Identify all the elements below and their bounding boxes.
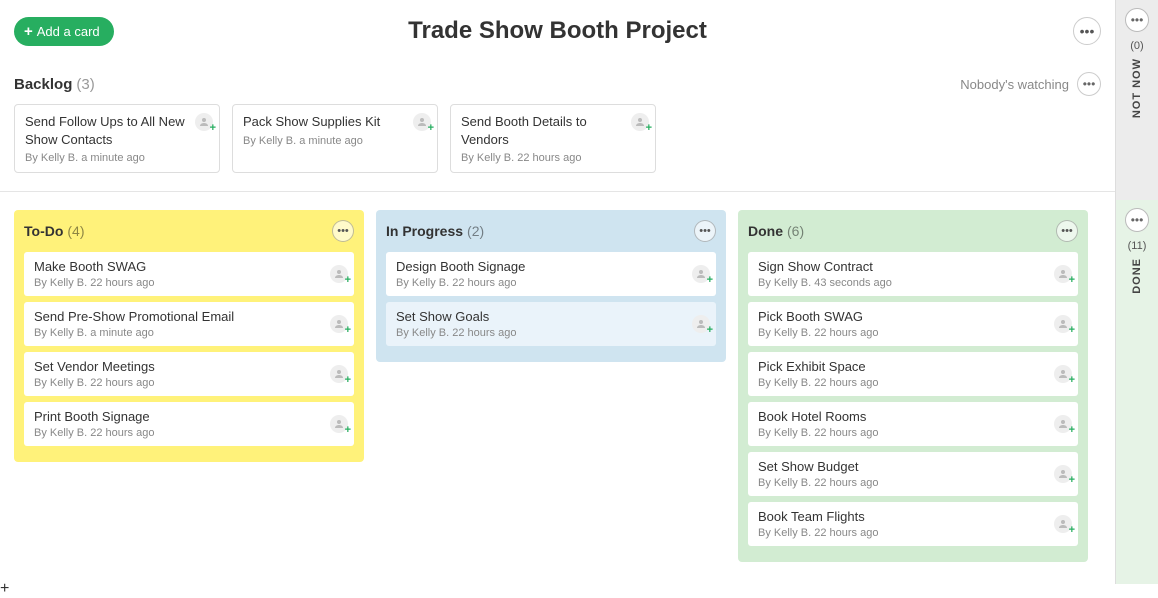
column-title: Done xyxy=(748,223,783,239)
card-title: Send Booth Details to Vendors xyxy=(461,113,625,148)
assign-avatar[interactable] xyxy=(330,415,348,433)
column-todo: To-Do (4) ••• Make Booth SWAG By Kelly B… xyxy=(14,210,364,462)
column-menu-button[interactable]: ••• xyxy=(694,220,716,242)
kanban-card[interactable]: Make Booth SWAG By Kelly B. 22 hours ago xyxy=(24,252,354,296)
assign-avatar[interactable] xyxy=(1054,415,1072,433)
assign-avatar[interactable] xyxy=(1054,265,1072,283)
card-meta: By Kelly B. 22 hours ago xyxy=(396,277,686,289)
card-title: Pick Booth SWAG xyxy=(758,309,1048,324)
assign-avatar[interactable] xyxy=(1054,465,1072,483)
card-meta: By Kelly B. 22 hours ago xyxy=(396,327,686,339)
kanban-card[interactable]: Pick Exhibit Space By Kelly B. 22 hours … xyxy=(748,352,1078,396)
rail-notnow[interactable]: ••• (0) NOT NOW xyxy=(1115,0,1158,200)
backlog-watching: Nobody's watching xyxy=(960,77,1069,92)
rail-menu-button[interactable]: ••• xyxy=(1125,208,1149,232)
card-meta: By Kelly B. 22 hours ago xyxy=(758,427,1048,439)
card-meta: By Kelly B. a minute ago xyxy=(25,152,189,164)
card-title: Make Booth SWAG xyxy=(34,259,324,274)
card-title: Send Pre-Show Promotional Email xyxy=(34,309,324,324)
kanban-card[interactable]: Book Hotel Rooms By Kelly B. 22 hours ag… xyxy=(748,402,1078,446)
rail-count: (0) xyxy=(1130,40,1143,52)
card-title: Print Booth Signage xyxy=(34,409,324,424)
rail-count: (11) xyxy=(1128,240,1147,252)
assign-avatar[interactable] xyxy=(692,315,710,333)
backlog-card[interactable]: Send Follow Ups to All New Show Contacts… xyxy=(14,104,220,173)
card-title: Design Booth Signage xyxy=(396,259,686,274)
assign-avatar[interactable] xyxy=(195,113,213,131)
kanban-card[interactable]: Book Team Flights By Kelly B. 22 hours a… xyxy=(748,502,1078,546)
card-meta: By Kelly B. a minute ago xyxy=(34,327,324,339)
column-header: Done (6) ••• xyxy=(748,220,1078,242)
card-meta: By Kelly B. 22 hours ago xyxy=(758,477,1048,489)
kanban-card[interactable]: Sign Show Contract By Kelly B. 43 second… xyxy=(748,252,1078,296)
backlog-cards: Send Follow Ups to All New Show Contacts… xyxy=(14,104,1101,173)
card-meta: By Kelly B. 22 hours ago xyxy=(758,327,1048,339)
card-title: Book Team Flights xyxy=(758,509,1048,524)
add-card-label: Add a card xyxy=(37,24,100,39)
column-menu-button[interactable]: ••• xyxy=(1056,220,1078,242)
kanban-columns: To-Do (4) ••• Make Booth SWAG By Kelly B… xyxy=(0,192,1115,580)
assign-avatar[interactable] xyxy=(1054,515,1072,533)
column-count: (4) xyxy=(67,223,84,239)
assign-avatar[interactable] xyxy=(330,365,348,383)
add-column-button[interactable]: + xyxy=(0,580,1115,598)
card-meta: By Kelly B. 22 hours ago xyxy=(758,527,1048,539)
column-count: (2) xyxy=(467,223,484,239)
column-done: Done (6) ••• Sign Show Contract By Kelly… xyxy=(738,210,1088,562)
backlog-section: Backlog (3) Nobody's watching ••• Send F… xyxy=(0,62,1115,192)
column-title: In Progress xyxy=(386,223,463,239)
kanban-card[interactable]: Send Pre-Show Promotional Email By Kelly… xyxy=(24,302,354,346)
kanban-card[interactable]: Set Show Goals By Kelly B. 22 hours ago xyxy=(386,302,716,346)
rail-label: NOT NOW xyxy=(1131,58,1143,118)
page-title: Trade Show Booth Project xyxy=(0,17,1115,45)
card-meta: By Kelly B. a minute ago xyxy=(243,135,407,147)
assign-avatar[interactable] xyxy=(413,113,431,131)
card-meta: By Kelly B. 43 seconds ago xyxy=(758,277,1048,289)
backlog-count: (3) xyxy=(76,76,94,93)
assign-avatar[interactable] xyxy=(330,315,348,333)
assign-avatar[interactable] xyxy=(1054,365,1072,383)
card-meta: By Kelly B. 22 hours ago xyxy=(34,277,324,289)
add-card-button[interactable]: + Add a card xyxy=(14,17,114,46)
plus-icon: + xyxy=(24,24,33,39)
assign-avatar[interactable] xyxy=(330,265,348,283)
column-menu-button[interactable]: ••• xyxy=(332,220,354,242)
assign-avatar[interactable] xyxy=(692,265,710,283)
side-rail: ••• (0) NOT NOW ••• (11) DONE xyxy=(1115,0,1158,584)
column-header: In Progress (2) ••• xyxy=(386,220,716,242)
card-meta: By Kelly B. 22 hours ago xyxy=(34,427,324,439)
rail-label: DONE xyxy=(1131,258,1143,294)
backlog-menu-button[interactable]: ••• xyxy=(1077,72,1101,96)
card-title: Pack Show Supplies Kit xyxy=(243,113,407,131)
card-title: Book Hotel Rooms xyxy=(758,409,1048,424)
page-header: + Add a card Trade Show Booth Project ••… xyxy=(0,0,1115,62)
backlog-card[interactable]: Send Booth Details to Vendors By Kelly B… xyxy=(450,104,656,173)
card-meta: By Kelly B. 22 hours ago xyxy=(34,377,324,389)
card-meta: By Kelly B. 22 hours ago xyxy=(758,377,1048,389)
column-title: To-Do xyxy=(24,223,63,239)
kanban-card[interactable]: Set Vendor Meetings By Kelly B. 22 hours… xyxy=(24,352,354,396)
kanban-card[interactable]: Set Show Budget By Kelly B. 22 hours ago xyxy=(748,452,1078,496)
rail-menu-button[interactable]: ••• xyxy=(1125,8,1149,32)
column-header: To-Do (4) ••• xyxy=(24,220,354,242)
column-count: (6) xyxy=(787,223,804,239)
assign-avatar[interactable] xyxy=(631,113,649,131)
card-title: Set Vendor Meetings xyxy=(34,359,324,374)
card-title: Send Follow Ups to All New Show Contacts xyxy=(25,113,189,148)
card-title: Sign Show Contract xyxy=(758,259,1048,274)
kanban-card[interactable]: Print Booth Signage By Kelly B. 22 hours… xyxy=(24,402,354,446)
page-menu-button[interactable]: ••• xyxy=(1073,17,1101,45)
card-meta: By Kelly B. 22 hours ago xyxy=(461,152,625,164)
backlog-title: Backlog xyxy=(14,76,72,93)
card-title: Set Show Goals xyxy=(396,309,686,324)
assign-avatar[interactable] xyxy=(1054,315,1072,333)
kanban-card[interactable]: Design Booth Signage By Kelly B. 22 hour… xyxy=(386,252,716,296)
card-title: Set Show Budget xyxy=(758,459,1048,474)
card-title: Pick Exhibit Space xyxy=(758,359,1048,374)
kanban-card[interactable]: Pick Booth SWAG By Kelly B. 22 hours ago xyxy=(748,302,1078,346)
rail-done[interactable]: ••• (11) DONE xyxy=(1115,200,1158,584)
backlog-header: Backlog (3) Nobody's watching ••• xyxy=(14,72,1101,96)
backlog-card[interactable]: Pack Show Supplies Kit By Kelly B. a min… xyxy=(232,104,438,173)
column-in-progress: In Progress (2) ••• Design Booth Signage… xyxy=(376,210,726,362)
